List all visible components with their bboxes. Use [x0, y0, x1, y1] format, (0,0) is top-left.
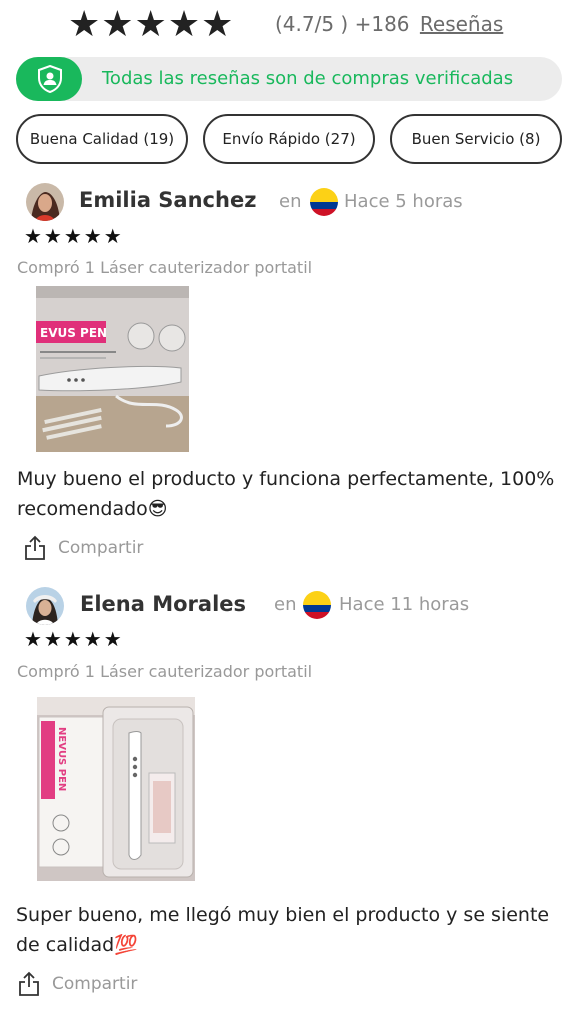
reviewer-name: Elena Morales: [80, 592, 247, 616]
filter-chip-service[interactable]: Buen Servicio (8): [390, 114, 562, 164]
review-time: Hace 11 horas: [339, 594, 470, 615]
review-text: Muy bueno el producto y funciona perfect…: [17, 468, 555, 520]
reviewer-name: Emilia Sanchez: [79, 188, 257, 212]
review-en: en: [274, 594, 297, 615]
reviews-link[interactable]: Reseñas: [420, 12, 503, 36]
avatar: [26, 587, 64, 625]
rating-score-text: (4.7/5 ) +186: [275, 12, 410, 36]
verified-banner: Todas las reseñas son de compras verific…: [16, 57, 562, 101]
share-label: Compartir: [52, 974, 138, 994]
verified-badge: [16, 57, 82, 101]
rating-score: (4.7/5 ) +186 Reseñas: [275, 12, 503, 36]
review-text: Super bueno, me llegó muy bien el produc…: [16, 904, 550, 956]
review-stars: ★★★★★: [24, 627, 124, 651]
review-time: Hace 5 horas: [344, 191, 463, 212]
review-photo[interactable]: NEVUS PEN: [37, 697, 195, 881]
share-icon: [19, 971, 39, 996]
rating-stars: ★★★★★: [68, 4, 235, 45]
review-en: en: [279, 191, 302, 212]
review-photo[interactable]: EVUS PEN: [36, 286, 189, 452]
colombia-flag-icon: [303, 591, 331, 619]
purchase-info: Compró 1 Láser cauterizador portatil: [17, 662, 313, 681]
colombia-flag-icon: [310, 188, 338, 216]
share-button[interactable]: Compartir: [24, 535, 143, 561]
filter-chip-shipping[interactable]: Envío Rápido (27): [203, 114, 375, 164]
avatar: [26, 183, 64, 221]
purchase-info: Compró 1 Láser cauterizador portatil: [17, 258, 313, 277]
filter-chip-quality[interactable]: Buena Calidad (19): [16, 114, 188, 164]
share-icon: [25, 535, 45, 560]
share-label: Compartir: [58, 538, 144, 558]
product-print: NEVUS PEN: [56, 727, 67, 791]
verified-text: Todas las reseñas son de compras verific…: [102, 68, 514, 89]
share-button[interactable]: Compartir: [18, 971, 137, 997]
shield-user-icon: [38, 65, 62, 93]
product-print: EVUS PEN: [40, 326, 107, 340]
rating-summary: ★★★★★ (4.7/5 ) +186 Reseñas: [0, 0, 576, 48]
review-stars: ★★★★★: [24, 224, 124, 248]
